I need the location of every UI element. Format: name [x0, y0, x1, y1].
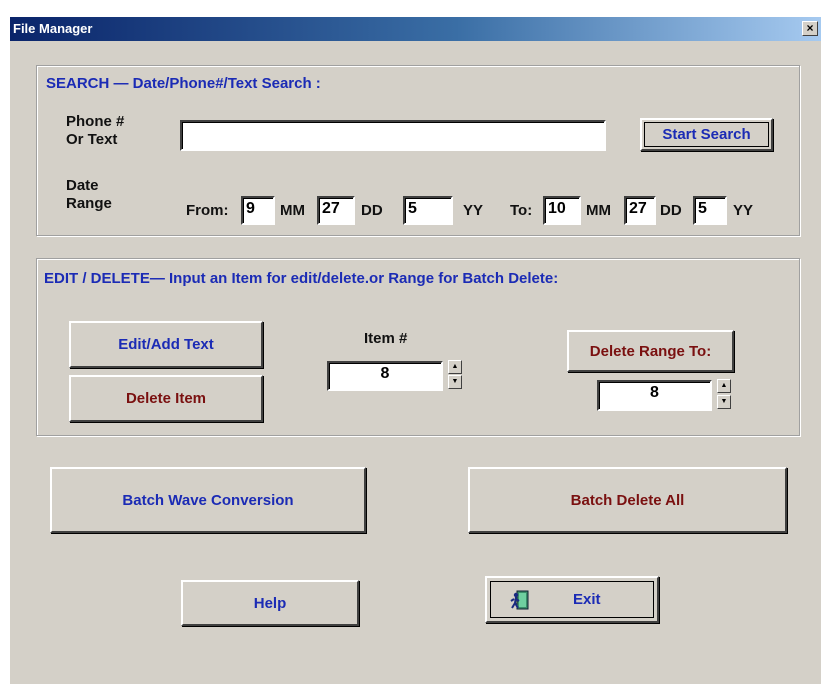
- phone-text-input[interactable]: [180, 120, 606, 151]
- range-spinner: ▲ ▼: [717, 379, 731, 411]
- exit-label: Exit: [573, 591, 601, 608]
- date-label-line1: Date: [66, 177, 99, 194]
- window-title: File Manager: [13, 21, 93, 36]
- exit-button[interactable]: Exit: [485, 576, 659, 623]
- range-spin-down-button[interactable]: ▼: [717, 395, 731, 409]
- search-group-label: SEARCH — Date/Phone#/Text Search :: [46, 75, 321, 92]
- title-bar[interactable]: File Manager ×: [10, 17, 821, 41]
- to-day-input[interactable]: 27: [624, 196, 656, 225]
- from-yy-label: YY: [463, 202, 484, 219]
- spin-up-icon: ▲: [451, 363, 459, 370]
- from-year-input[interactable]: 5: [403, 196, 453, 225]
- item-number-label: Item #: [364, 330, 408, 347]
- spin-up-icon: ▲: [720, 382, 728, 389]
- batch-wave-conversion-button[interactable]: Batch Wave Conversion: [50, 467, 366, 533]
- to-yy-label: YY: [733, 202, 754, 219]
- range-spin-up-button[interactable]: ▲: [717, 379, 731, 393]
- from-label: From:: [186, 202, 229, 219]
- from-mm-label: MM: [280, 202, 305, 219]
- item-spin-up-button[interactable]: ▲: [448, 360, 462, 374]
- exit-door-icon: [510, 590, 529, 609]
- from-month-input[interactable]: 9: [241, 196, 275, 225]
- phone-label-line1: Phone #: [66, 113, 125, 130]
- close-icon: ×: [806, 21, 814, 35]
- from-dd-label: DD: [361, 202, 383, 219]
- help-button[interactable]: Help: [181, 580, 359, 626]
- delete-range-button[interactable]: Delete Range To:: [567, 330, 734, 372]
- file-manager-window: File Manager × SEARCH — Date/Phone#/Text…: [10, 17, 821, 684]
- phone-label-line2: Or Text: [66, 131, 118, 148]
- to-label: To:: [510, 202, 533, 219]
- date-label-line2: Range: [66, 195, 112, 212]
- spin-down-icon: ▼: [451, 378, 459, 385]
- to-dd-label: DD: [660, 202, 682, 219]
- from-day-input[interactable]: 27: [317, 196, 355, 225]
- edit-group-label: EDIT / DELETE— Input an Item for edit/de…: [44, 270, 559, 287]
- phone-label: Phone # Or Text: [66, 113, 124, 149]
- spin-down-icon: ▼: [720, 398, 728, 405]
- item-spinner: ▲ ▼: [448, 360, 462, 390]
- start-search-button[interactable]: Start Search: [640, 118, 773, 151]
- edit-add-text-button[interactable]: Edit/Add Text: [69, 321, 263, 368]
- to-mm-label: MM: [586, 202, 611, 219]
- close-button[interactable]: ×: [802, 21, 818, 36]
- item-number-input[interactable]: 8: [327, 361, 443, 391]
- range-end-input[interactable]: 8: [597, 380, 712, 411]
- delete-item-button[interactable]: Delete Item: [69, 375, 263, 422]
- to-year-input[interactable]: 5: [693, 196, 727, 225]
- date-range-label: Date Range: [66, 177, 112, 213]
- to-month-input[interactable]: 10: [543, 196, 581, 225]
- batch-delete-all-button[interactable]: Batch Delete All: [468, 467, 787, 533]
- item-spin-down-button[interactable]: ▼: [448, 375, 462, 389]
